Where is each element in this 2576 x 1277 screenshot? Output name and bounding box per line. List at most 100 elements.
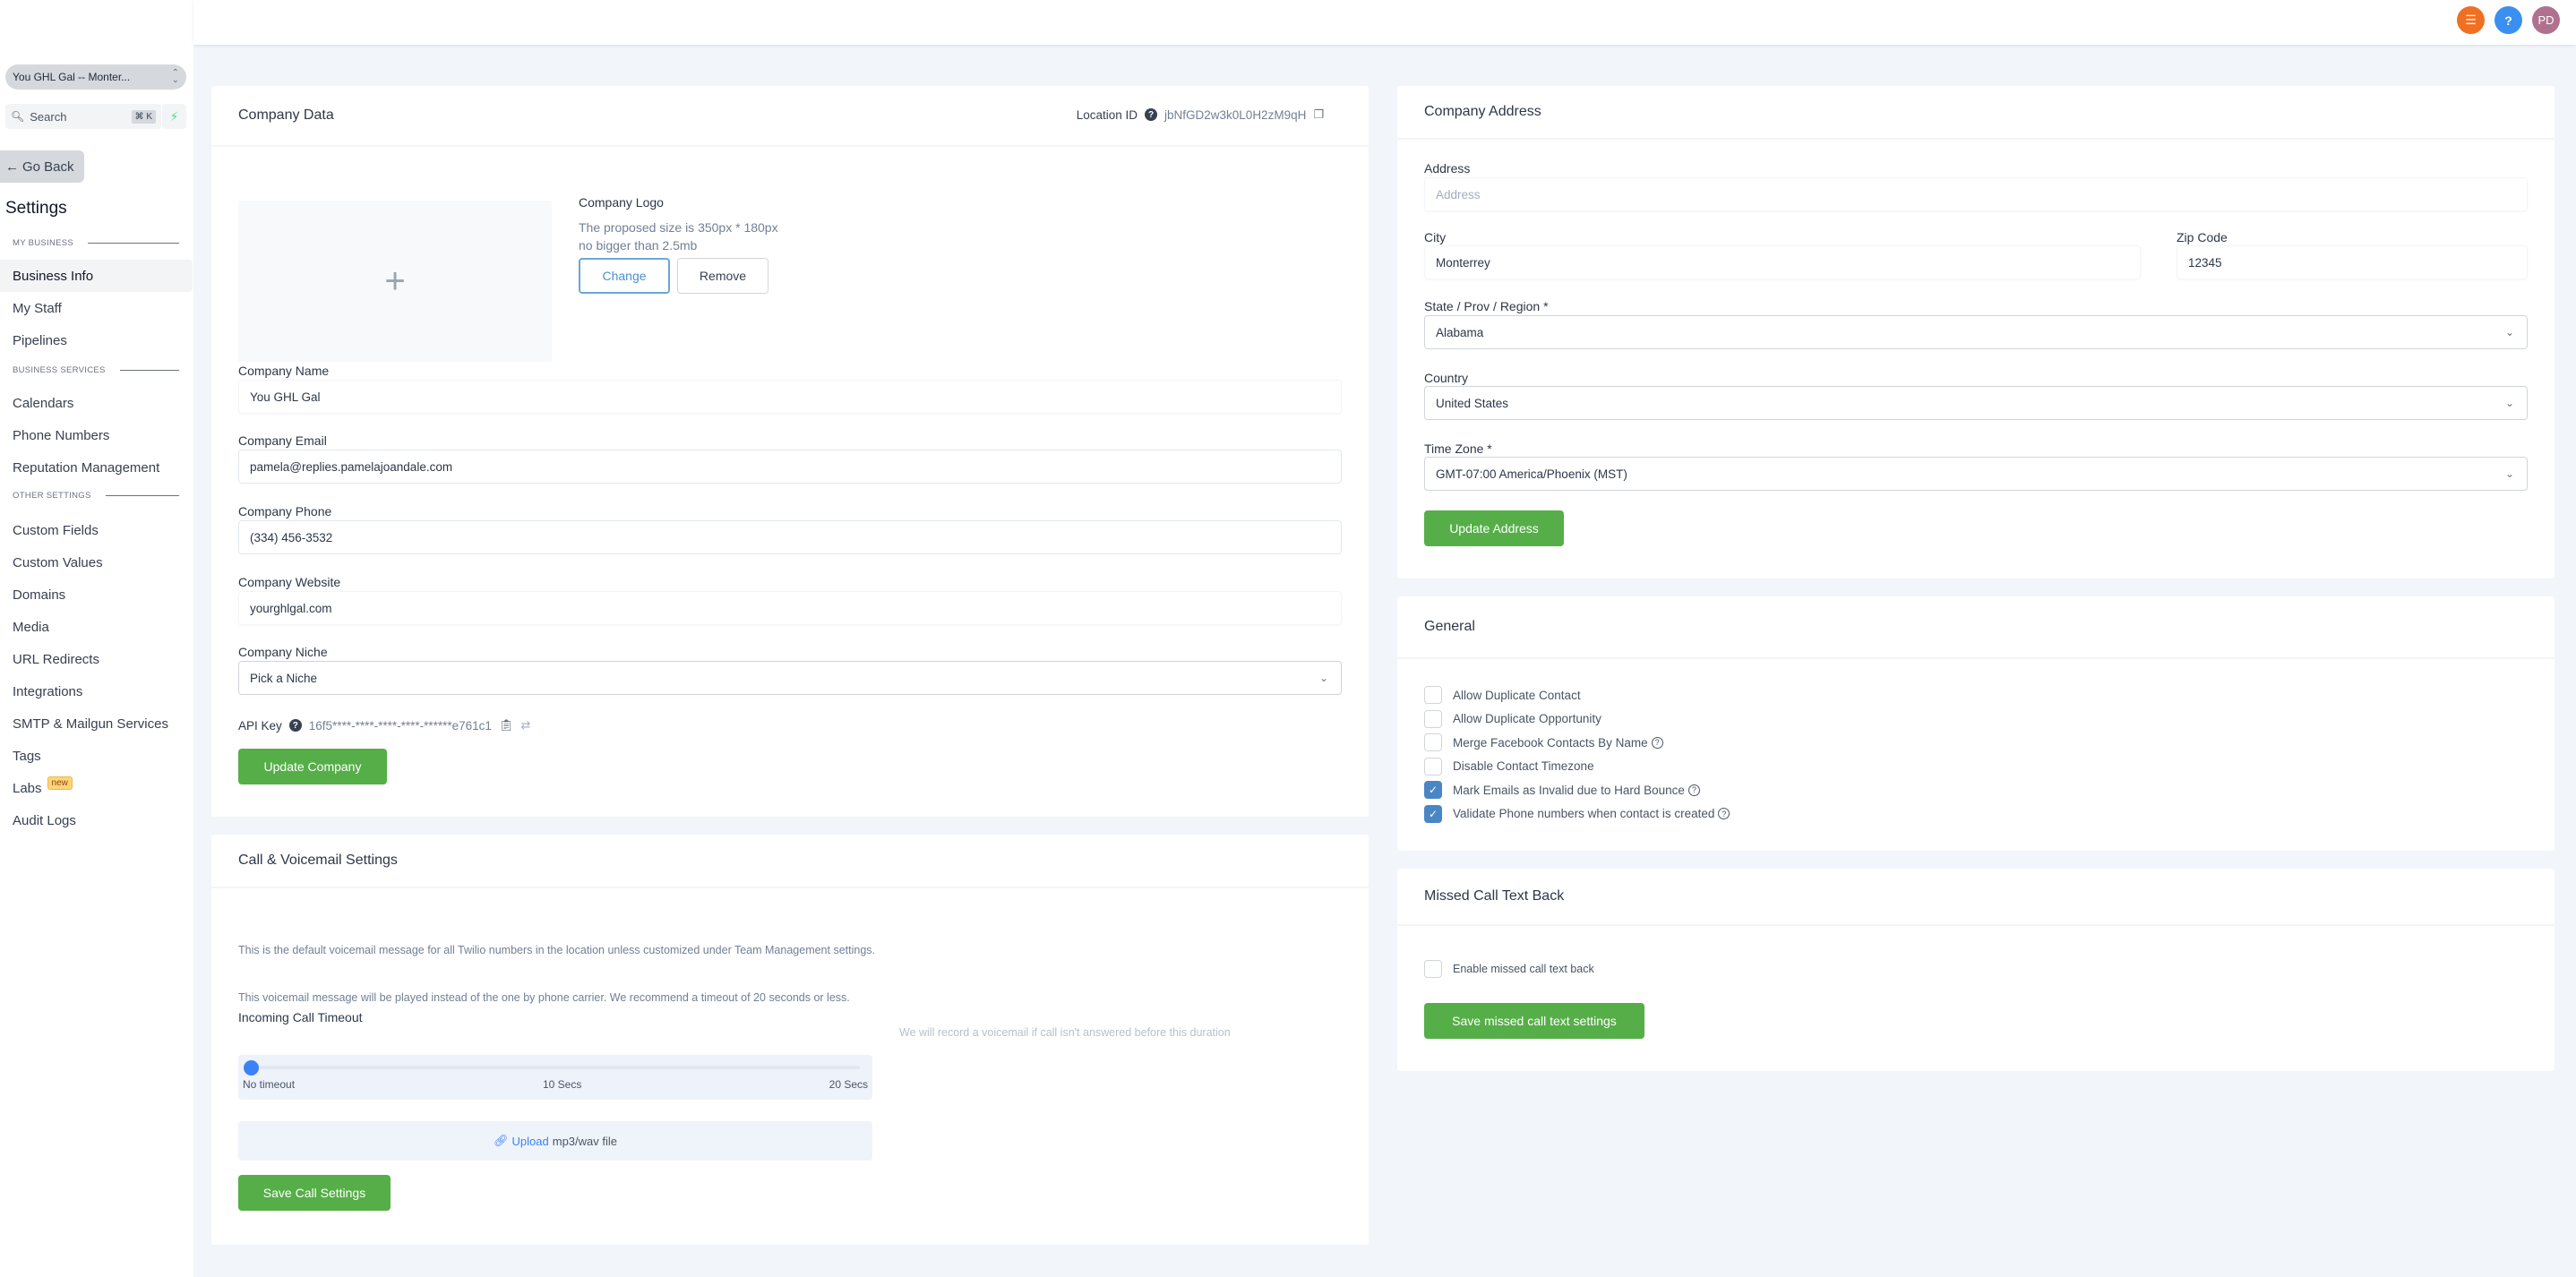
company-phone-label: Company Phone xyxy=(238,504,332,519)
update-company-button[interactable]: Update Company xyxy=(238,749,387,784)
help-icon[interactable]: ? xyxy=(1718,808,1730,819)
save-call-settings-button[interactable]: Save Call Settings xyxy=(238,1175,391,1211)
general-card: General Allow Duplicate Contact Allow Dup… xyxy=(1397,596,2555,851)
card-header: Missed Call Text Back xyxy=(1397,869,2555,926)
slider-label-max: 20 Secs xyxy=(829,1078,868,1091)
section-label-other-settings: OTHER SETTINGS xyxy=(13,491,179,501)
task-list-button[interactable]: ☰ xyxy=(2457,6,2485,34)
sidebar-item-smtp-mailgun[interactable]: SMTP & Mailgun Services xyxy=(0,707,193,740)
slider-thumb[interactable] xyxy=(244,1060,259,1076)
timezone-select[interactable]: GMT-07:00 America/Phoenix (MST) ⌄ xyxy=(1424,457,2528,491)
sidebar-item-domains[interactable]: Domains xyxy=(0,579,193,611)
checkbox[interactable] xyxy=(1424,709,1442,728)
sidebar-item-integrations[interactable]: Integrations xyxy=(0,675,193,707)
country-select[interactable]: United States ⌄ xyxy=(1424,386,2528,420)
location-switcher[interactable]: You GHL Gal -- Monter... ⌃ ⌄ xyxy=(5,64,186,90)
upload-file-type: mp3/wav file xyxy=(552,1134,617,1148)
help-button[interactable]: ? xyxy=(2494,6,2522,34)
sidebar-item-audit-logs[interactable]: Audit Logs xyxy=(0,804,193,836)
remove-logo-button[interactable]: Remove xyxy=(677,258,769,294)
go-back-button[interactable]: ← Go Back xyxy=(0,150,84,183)
general-option-checkbox[interactable]: Allow Duplicate Contact xyxy=(1424,686,1581,704)
sidebar-item-reputation-management[interactable]: Reputation Management xyxy=(0,451,193,484)
settings-title: Settings xyxy=(5,199,67,218)
enable-missed-call-checkbox[interactable]: Enable missed call text back xyxy=(1424,960,1594,978)
sidebar-item-my-staff[interactable]: My Staff xyxy=(0,292,193,324)
help-icon[interactable]: ? xyxy=(1651,736,1663,749)
company-name-input[interactable]: You GHL Gal xyxy=(238,380,1342,414)
company-niche-select[interactable]: Pick a Niche ⌄ xyxy=(238,661,1342,695)
company-niche-label: Company Niche xyxy=(238,645,328,659)
sidebar-item-tags[interactable]: Tags xyxy=(0,740,193,772)
sidebar-item-pipelines[interactable]: Pipelines xyxy=(0,324,193,356)
state-select[interactable]: Alabama ⌄ xyxy=(1424,315,2528,349)
sidebar-item-custom-values[interactable]: Custom Values xyxy=(0,546,193,579)
zip-input[interactable]: 12345 xyxy=(2177,245,2528,279)
api-key-value: 16f5****-****-****-****-******e761c1 xyxy=(308,718,492,733)
sidebar-item-business-info[interactable]: Business Info xyxy=(0,260,193,292)
slider-track[interactable] xyxy=(251,1066,860,1069)
quick-action-button[interactable]: ⚡︎ xyxy=(162,104,186,129)
clipboard-icon[interactable]: 📋︎ xyxy=(499,718,514,733)
card-title: Company Data xyxy=(238,107,334,123)
checkbox[interactable] xyxy=(1424,960,1442,978)
timezone-label: Time Zone * xyxy=(1424,441,1492,456)
help-icon[interactable]: ? xyxy=(288,719,302,732)
checkbox[interactable] xyxy=(1424,757,1442,776)
address-label: Address xyxy=(1424,161,1471,176)
sidebar-item-media[interactable]: Media xyxy=(0,611,193,643)
upload-voicemail-area[interactable]: 🔗︎ Upload mp3/wav file xyxy=(238,1121,872,1161)
search-input[interactable]: 🔍︎ Search ⌘ K xyxy=(5,104,161,129)
slider-label-mid: 10 Secs xyxy=(543,1078,582,1091)
api-key-label: API Key xyxy=(238,718,282,733)
address-input[interactable]: Address xyxy=(1424,177,2528,211)
company-phone-input[interactable]: (334) 456-3532 xyxy=(238,520,1342,554)
option-label: Merge Facebook Contacts By Name xyxy=(1453,735,1648,750)
company-website-input[interactable]: yourghlgal.com xyxy=(238,591,1342,625)
state-label: State / Prov / Region * xyxy=(1424,299,1549,313)
update-address-button[interactable]: Update Address xyxy=(1424,510,1564,546)
card-header: Company Data Location ID ? jbNfGD2w3k0L0… xyxy=(211,86,1369,147)
city-input[interactable]: Monterrey xyxy=(1424,245,2141,279)
general-option-checkbox[interactable]: Disable Contact Timezone xyxy=(1424,757,1594,776)
upload-link[interactable]: Upload xyxy=(512,1135,549,1148)
arrow-left-icon: ← xyxy=(5,159,19,175)
sidebar-item-url-redirects[interactable]: URL Redirects xyxy=(0,643,193,675)
timeout-slider[interactable]: No timeout 10 Secs 20 Secs xyxy=(238,1055,872,1100)
incoming-timeout-label: Incoming Call Timeout xyxy=(238,1010,363,1024)
logo-title: Company Logo xyxy=(579,195,664,210)
chevron-down-icon: ⌄ xyxy=(1318,672,1328,684)
call-voicemail-card: Call & Voicemail Settings This is the de… xyxy=(211,835,1369,1245)
checkbox[interactable] xyxy=(1424,686,1442,704)
general-option-checkbox[interactable]: Allow Duplicate Opportunity xyxy=(1424,709,1601,728)
change-logo-button[interactable]: Change xyxy=(579,258,670,294)
checkbox[interactable] xyxy=(1424,733,1442,751)
save-missed-call-button[interactable]: Save missed call text settings xyxy=(1424,1003,1644,1039)
timezone-value: GMT-07:00 America/Phoenix (MST) xyxy=(1436,467,1627,481)
state-value: Alabama xyxy=(1436,325,1484,339)
logo-hint-size: The proposed size is 350px * 180px xyxy=(579,220,778,235)
general-option-checkbox[interactable]: ✓ Mark Emails as Invalid due to Hard Boun… xyxy=(1424,781,1700,799)
general-option-checkbox[interactable]: ✓ Validate Phone numbers when contact is … xyxy=(1424,804,1730,823)
link-icon: 🔗︎ xyxy=(494,1134,509,1147)
sidebar-item-custom-fields[interactable]: Custom Fields xyxy=(0,514,193,546)
voicemail-default-text: This is the default voicemail message fo… xyxy=(238,944,876,956)
sidebar-item-labs[interactable]: Labs new xyxy=(0,772,193,804)
help-icon[interactable]: ? xyxy=(1145,108,1158,121)
general-option-checkbox[interactable]: Merge Facebook Contacts By Name? xyxy=(1424,733,1663,751)
regenerate-icon[interactable]: ⇄ xyxy=(520,718,530,733)
sidebar-item-calendars[interactable]: Calendars xyxy=(0,387,193,419)
avatar[interactable]: PD xyxy=(2532,6,2560,34)
section-label-text: OTHER SETTINGS xyxy=(13,491,91,501)
card-title: Company Address xyxy=(1424,104,1541,119)
checkbox[interactable]: ✓ xyxy=(1424,804,1442,823)
company-email-input[interactable]: pamela@replies.pamelajoandale.com xyxy=(238,450,1342,484)
help-icon[interactable]: ? xyxy=(1687,784,1700,796)
copy-icon[interactable]: ❐ xyxy=(1313,107,1324,122)
logo-upload-area[interactable]: + xyxy=(238,201,552,362)
checkmark-icon: ✓ xyxy=(1428,784,1438,796)
company-address-card: Company Address Address Address City Mon… xyxy=(1397,86,2555,579)
sidebar-item-phone-numbers[interactable]: Phone Numbers xyxy=(0,419,193,451)
checkbox[interactable]: ✓ xyxy=(1424,781,1442,799)
divider xyxy=(88,243,179,244)
